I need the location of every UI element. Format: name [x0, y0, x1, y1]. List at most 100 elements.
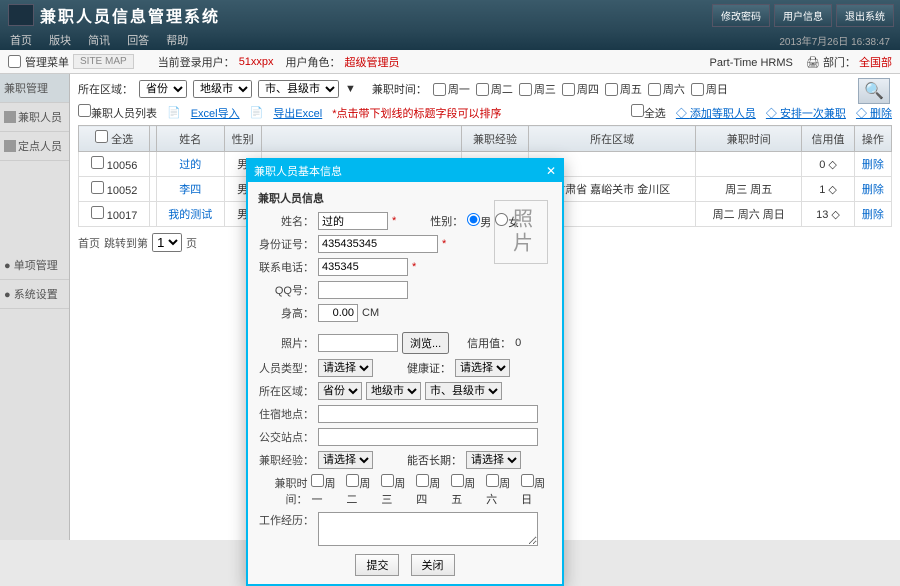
credit-value: 0 [515, 337, 521, 349]
menu-home[interactable]: 首页 [10, 35, 32, 47]
cur-user-label: 当前登录用户： [158, 54, 235, 70]
system-name: Part-Time HRMS [710, 57, 793, 69]
filter-d2[interactable] [476, 83, 489, 96]
th-select-all[interactable] [95, 130, 108, 143]
modal-close-icon[interactable]: ✕ [546, 164, 556, 178]
role-value: 超级管理员 [345, 54, 400, 70]
modal-title: 兼职人员基本信息 [254, 163, 342, 179]
filter-d5[interactable] [605, 83, 618, 96]
filter-d3[interactable] [519, 83, 532, 96]
filter-d1[interactable] [433, 83, 446, 96]
select-all-top[interactable] [631, 104, 644, 117]
longterm-select[interactable]: 请选择 [466, 451, 521, 469]
logout-button[interactable]: 退出系统 [836, 4, 894, 27]
sidebar: 兼职管理 兼职人员 定点人员 ● 单项管理 ● 系统设置 [0, 74, 70, 540]
row-checkbox[interactable] [91, 181, 104, 194]
info-bar: 管理菜单 SITE MAP 当前登录用户： 51xxpx 用户角色： 超级管理员… [0, 50, 900, 74]
province-select[interactable]: 省份 [139, 80, 187, 98]
row-checkbox[interactable] [91, 206, 104, 219]
sitemap-chip: SITE MAP [73, 54, 134, 69]
sidebar-item-staff[interactable]: 兼职人员 [0, 103, 69, 132]
menu-items: 首页 版块 简讯 回答 帮助 [10, 32, 202, 48]
datetime: 2013年7月26日 16:38:47 [779, 33, 890, 48]
row-name-link[interactable]: 李四 [179, 184, 201, 196]
sort-hint: *点击带下划线的标题字段可以排序 [332, 105, 501, 121]
top-right-buttons: 修改密码 用户信息 退出系统 [712, 4, 894, 27]
health-cert-select[interactable]: 请选择 [455, 359, 510, 377]
staff-modal: 兼职人员基本信息 ✕ 兼职人员信息 照片 姓名：* 性别： 男 女 身份证号：*… [246, 158, 564, 586]
delete-top-link[interactable]: ◇ 删除 [856, 105, 892, 121]
row-delete-link[interactable]: 删除 [862, 184, 884, 196]
name-input[interactable] [318, 212, 388, 230]
search-button[interactable]: 🔍 [858, 78, 890, 104]
m-d1[interactable] [311, 474, 324, 487]
sidebar-tab-parttime[interactable]: 兼职管理 [0, 74, 69, 103]
sidebar-section-single[interactable]: ● 单项管理 [0, 251, 69, 280]
row-name-link[interactable]: 我的测试 [168, 209, 212, 221]
modal-prov-select[interactable]: 省份 [318, 382, 362, 400]
photo-path-input[interactable] [318, 334, 398, 352]
user-info-button[interactable]: 用户信息 [774, 4, 832, 27]
cur-user: 51xxpx [239, 56, 274, 68]
mgmt-menu-checkbox[interactable] [8, 55, 21, 68]
user-icon [4, 111, 16, 123]
modal-titlebar: 兼职人员基本信息 ✕ [248, 160, 562, 182]
modal-city-select[interactable]: 地级市 [366, 382, 421, 400]
m-d5[interactable] [451, 474, 464, 487]
arrange-link[interactable]: ◇ 安排一次兼职 [766, 105, 846, 121]
user-icon [4, 140, 16, 152]
dept-value: 全国部 [859, 57, 892, 69]
row-checkbox[interactable] [91, 156, 104, 169]
work-textarea[interactable] [318, 512, 538, 546]
menu-news[interactable]: 简讯 [88, 35, 110, 47]
city-select[interactable]: 地级市 [193, 80, 252, 98]
row-delete-link[interactable]: 删除 [862, 209, 884, 221]
filter-row: 所在区域： 省份 地级市 市、县级市▼ 兼职时间： 周一 周二 周三 周四 周五… [78, 80, 892, 98]
exp-select[interactable]: 请选择 [318, 451, 373, 469]
app-logo [8, 4, 34, 26]
submit-button[interactable]: 提交 [355, 554, 399, 576]
dept-label: 部门： [823, 57, 856, 69]
county-select[interactable]: 市、县级市 [258, 80, 339, 98]
photo-placeholder: 照片 [494, 200, 548, 264]
m-d2[interactable] [346, 474, 359, 487]
filter-d4[interactable] [562, 83, 575, 96]
area-label: 所在区域： [78, 81, 133, 97]
m-d3[interactable] [381, 474, 394, 487]
add-waiting-link[interactable]: ◇ 添加等职人员 [676, 105, 756, 121]
excel-import-link[interactable]: Excel导入 [191, 105, 240, 121]
phone-input[interactable] [318, 258, 408, 276]
change-password-button[interactable]: 修改密码 [712, 4, 770, 27]
m-d7[interactable] [521, 474, 534, 487]
bus-input[interactable] [318, 428, 538, 446]
m-d4[interactable] [416, 474, 429, 487]
filter-d6[interactable] [648, 83, 661, 96]
browse-button[interactable]: 浏览... [402, 332, 449, 354]
gender-male[interactable] [467, 213, 480, 226]
row-delete-link[interactable]: 删除 [862, 159, 884, 171]
modal-county-select[interactable]: 市、县级市 [425, 382, 502, 400]
list-checkbox[interactable] [78, 104, 91, 117]
mgmt-menu-label: 管理菜单 [25, 54, 69, 70]
excel-export-link[interactable]: 导出Excel [273, 105, 322, 121]
menu-board[interactable]: 版块 [49, 35, 71, 47]
menu-bar: 首页 版块 简讯 回答 帮助 2013年7月26日 16:38:47 [0, 30, 900, 50]
app-title: 兼职人员信息管理系统 [40, 3, 220, 27]
height-input[interactable] [318, 304, 358, 322]
role-label: 用户角色： [286, 54, 341, 70]
close-button[interactable]: 关闭 [411, 554, 455, 576]
filter-d7[interactable] [691, 83, 704, 96]
sidebar-item-fixed[interactable]: 定点人员 [0, 132, 69, 161]
menu-reply[interactable]: 回答 [127, 35, 149, 47]
person-type-select[interactable]: 请选择 [318, 359, 373, 377]
qq-input[interactable] [318, 281, 408, 299]
pager-page-select[interactable]: 1 [152, 233, 182, 252]
idno-input[interactable] [318, 235, 438, 253]
sidebar-section-system[interactable]: ● 系统设置 [0, 280, 69, 309]
toolbar-row: 兼职人员列表 📄Excel导入 📄导出Excel *点击带下划线的标题字段可以排… [78, 104, 892, 121]
home-input[interactable] [318, 405, 538, 423]
row-name-link[interactable]: 过的 [179, 159, 201, 171]
m-d6[interactable] [486, 474, 499, 487]
pager-first[interactable]: 首页 [78, 235, 100, 251]
menu-help[interactable]: 帮助 [166, 35, 188, 47]
